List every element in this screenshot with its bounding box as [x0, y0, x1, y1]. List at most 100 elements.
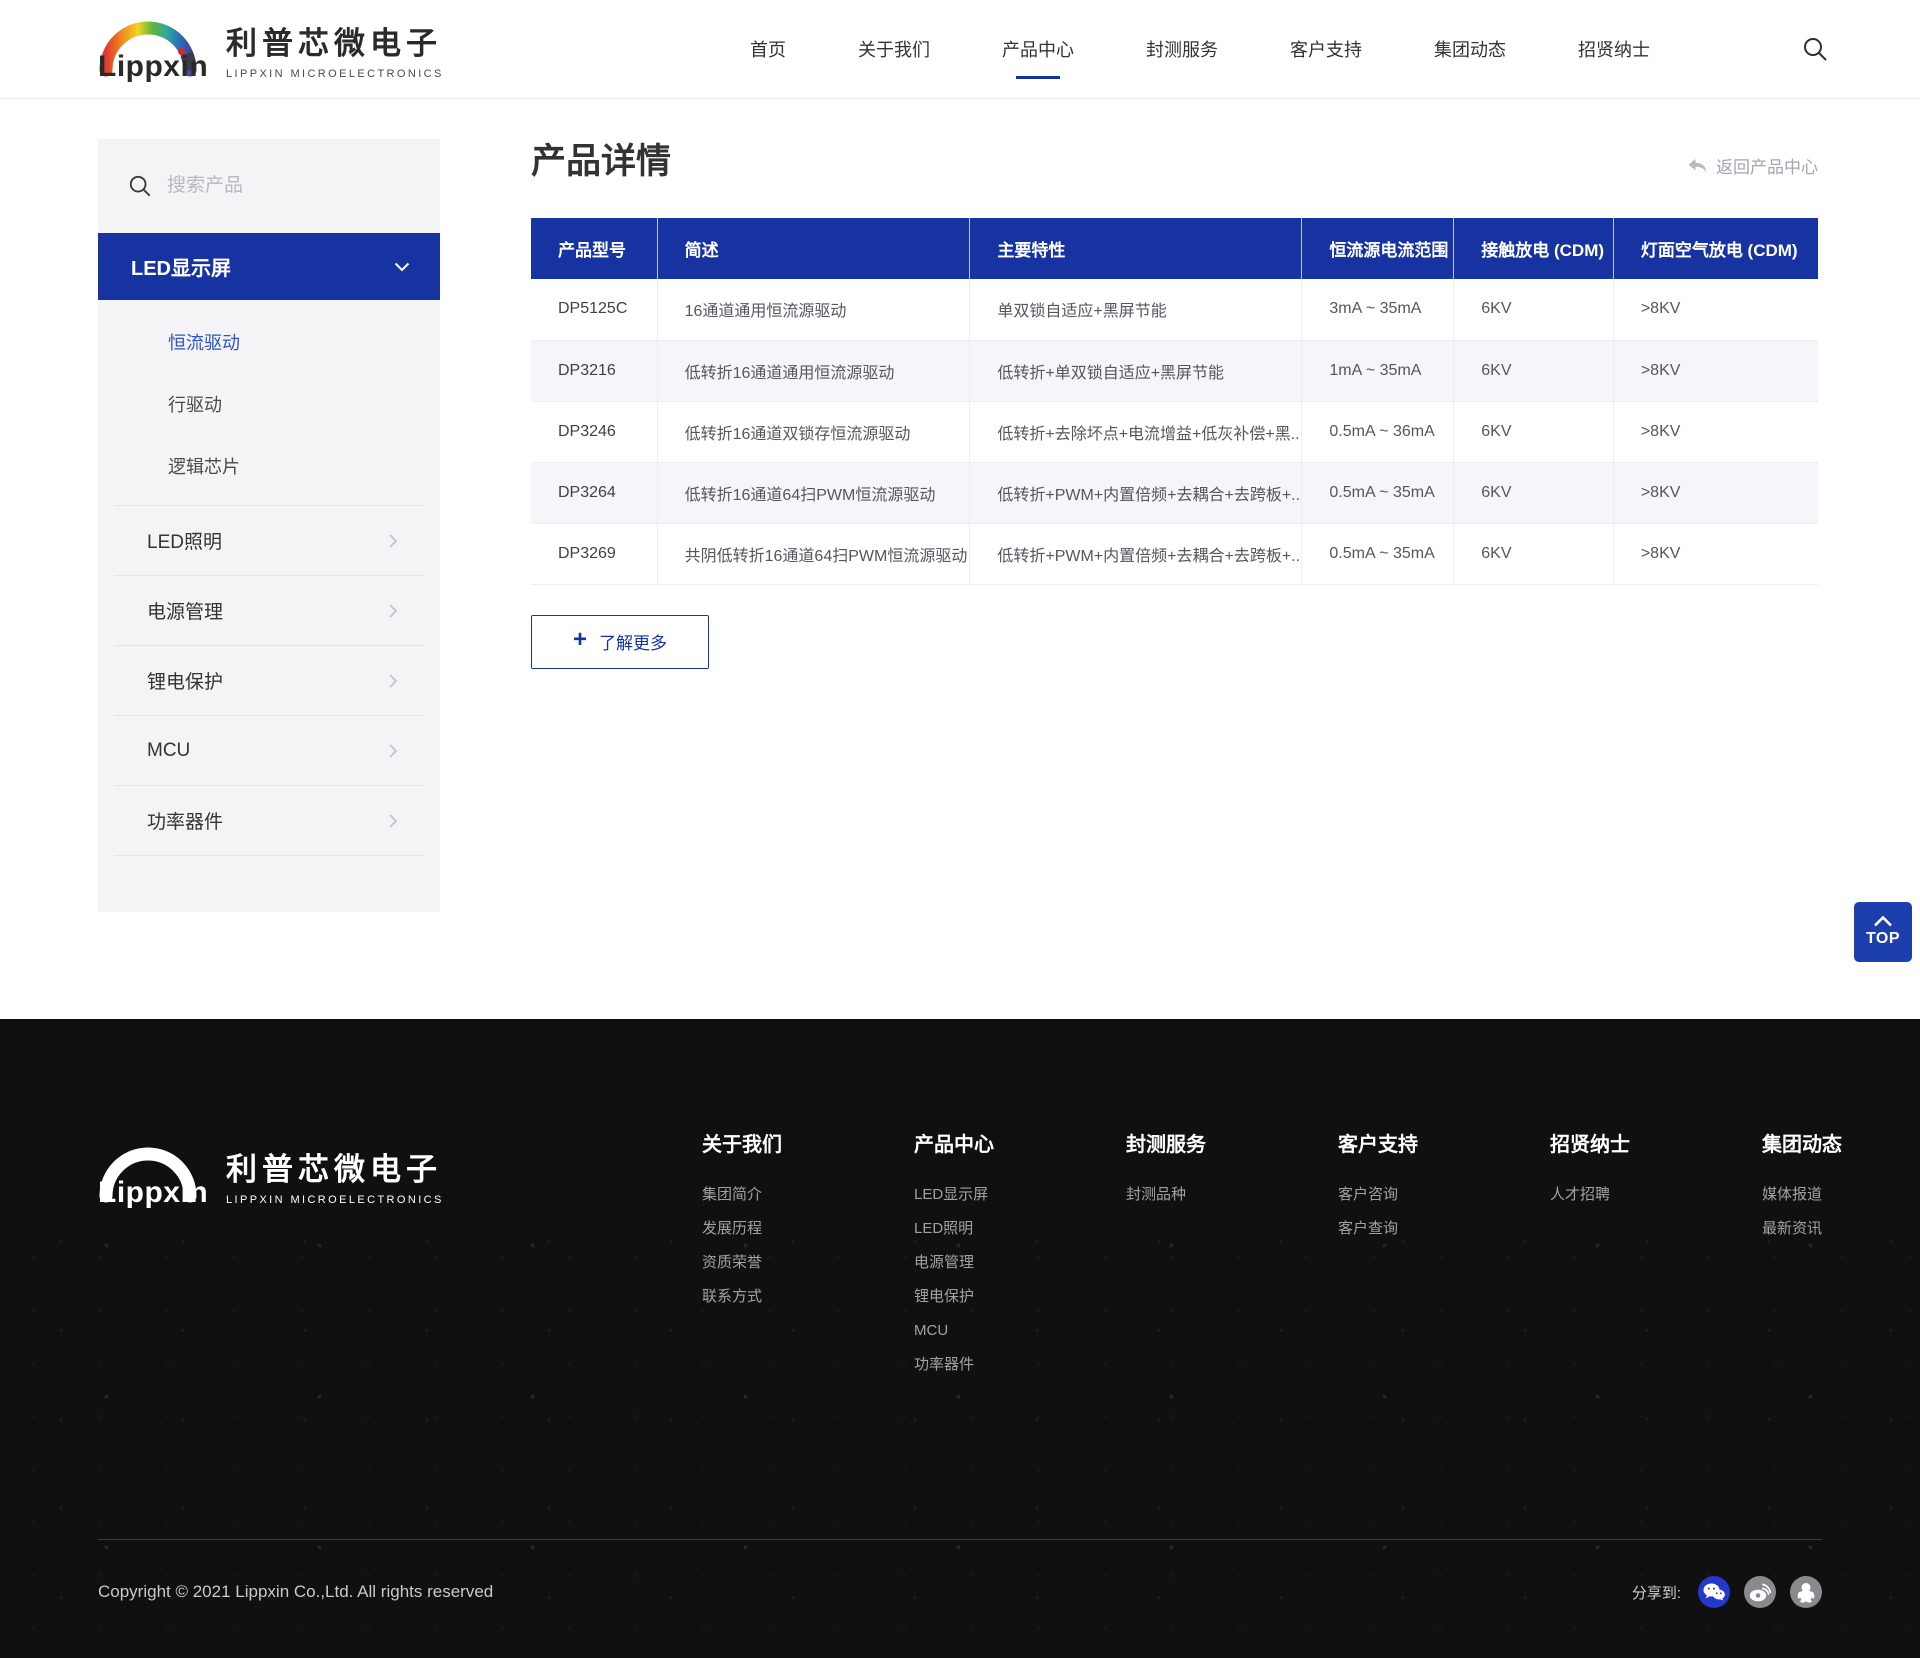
- page-title: 产品详情: [531, 139, 671, 185]
- nav-item[interactable]: 首页: [750, 36, 786, 62]
- footer-link[interactable]: 资质荣誉: [702, 1253, 914, 1273]
- chevron-down-icon: [394, 262, 410, 272]
- footer-link[interactable]: 功率器件: [914, 1355, 1126, 1375]
- search-icon[interactable]: [1802, 36, 1828, 62]
- copyright-text: Copyright © 2021 Lippxin Co.,Ltd. All ri…: [98, 1582, 493, 1602]
- sidebar-subitem[interactable]: 行驱动: [98, 373, 440, 435]
- table-body: DP5125C16通道通用恒流源驱动单双锁自适应+黑屏节能3mA ~ 35mA6…: [531, 279, 1818, 584]
- footer-column: 封测服务封测品种: [1126, 1128, 1338, 1389]
- category-label: MCU: [147, 740, 190, 762]
- logo-accent-dot: [178, 48, 185, 55]
- footer-column-title[interactable]: 关于我们: [702, 1128, 914, 1157]
- share-label: 分享到:: [1632, 1582, 1681, 1603]
- back-to-top-button[interactable]: TOP: [1854, 902, 1912, 962]
- chevron-up-icon: [1873, 916, 1893, 927]
- table-cell: 低转折+去除坏点+电流增益+低灰补偿+黑...: [970, 401, 1302, 462]
- table-cell: DP3246: [531, 401, 657, 462]
- sidebar-subitem[interactable]: 逻辑芯片: [98, 435, 440, 497]
- footer-link[interactable]: LED显示屏: [914, 1185, 1126, 1205]
- table-row[interactable]: DP5125C16通道通用恒流源驱动单双锁自适应+黑屏节能3mA ~ 35mA6…: [531, 279, 1818, 340]
- table-cell: 0.5mA ~ 35mA: [1302, 523, 1454, 584]
- table-cell: 6KV: [1454, 523, 1614, 584]
- table-header-cell: 恒流源电流范围: [1302, 218, 1454, 279]
- table-row[interactable]: DP3269共阴低转折16通道64扫PWM恒流源驱动低转折+PWM+内置倍频+去…: [531, 523, 1818, 584]
- back-to-products-link[interactable]: 返回产品中心: [1687, 153, 1818, 178]
- footer-logo-mark: Lippxin: [98, 1142, 204, 1208]
- search-input[interactable]: [167, 175, 387, 197]
- footer-column-title[interactable]: 客户支持: [1338, 1128, 1550, 1157]
- footer-column-title[interactable]: 产品中心: [914, 1128, 1126, 1157]
- footer-column-title[interactable]: 集团动态: [1762, 1128, 1842, 1157]
- table-row[interactable]: DP3246低转折16通道双锁存恒流源驱动低转折+去除坏点+电流增益+低灰补偿+…: [531, 401, 1818, 462]
- footer-link[interactable]: 最新资讯: [1762, 1219, 1842, 1239]
- nav-item[interactable]: 集团动态: [1434, 36, 1506, 62]
- footer-logo[interactable]: Lippxin 利普芯微电子 LIPPXIN MICROELECTRONICS: [98, 1142, 702, 1208]
- back-link-label: 返回产品中心: [1716, 153, 1818, 178]
- table-header-cell: 简述: [657, 218, 970, 279]
- nav-item[interactable]: 关于我们: [858, 36, 930, 62]
- footer-link[interactable]: 集团简介: [702, 1185, 914, 1205]
- product-search[interactable]: [98, 139, 440, 233]
- table-row[interactable]: DP3216低转折16通道通用恒流源驱动低转折+单双锁自适应+黑屏节能1mA ~…: [531, 340, 1818, 401]
- sidebar-category-led-display[interactable]: LED显示屏: [98, 233, 440, 300]
- footer-column-title[interactable]: 招贤纳士: [1550, 1128, 1762, 1157]
- footer-link[interactable]: 人才招聘: [1550, 1185, 1762, 1205]
- nav-item[interactable]: 产品中心: [1002, 36, 1074, 62]
- table-cell: 共阴低转折16通道64扫PWM恒流源驱动: [657, 523, 970, 584]
- learn-more-button[interactable]: + 了解更多: [531, 615, 709, 669]
- footer-link[interactable]: LED照明: [914, 1219, 1126, 1239]
- footer-link[interactable]: 媒体报道: [1762, 1185, 1842, 1205]
- table-cell: 单双锁自适应+黑屏节能: [970, 279, 1302, 340]
- footer-column: 关于我们集团简介发展历程资质荣誉联系方式: [702, 1128, 914, 1389]
- table-row[interactable]: DP3264低转折16通道64扫PWM恒流源驱动低转折+PWM+内置倍频+去耦合…: [531, 462, 1818, 523]
- header: Lippxin 利普芯微电子 LIPPXIN MICROELECTRONICS …: [0, 0, 1920, 99]
- footer-link[interactable]: 电源管理: [914, 1253, 1126, 1273]
- category-label: 锂电保护: [147, 667, 223, 694]
- nav-item[interactable]: 封测服务: [1146, 36, 1218, 62]
- table-cell: DP5125C: [531, 279, 657, 340]
- footer-link[interactable]: 客户查询: [1338, 1219, 1550, 1239]
- footer-bottom: Copyright © 2021 Lippxin Co.,Ltd. All ri…: [0, 1576, 1920, 1608]
- qq-icon[interactable]: [1790, 1576, 1822, 1608]
- weibo-icon[interactable]: [1744, 1576, 1776, 1608]
- table-cell: 6KV: [1454, 340, 1614, 401]
- logo-text-block: 利普芯微电子 LIPPXIN MICROELECTRONICS: [226, 18, 444, 80]
- table-cell: 6KV: [1454, 279, 1614, 340]
- learn-more-label: 了解更多: [599, 629, 667, 654]
- table-cell: 低转折16通道通用恒流源驱动: [657, 340, 970, 401]
- footer-link[interactable]: MCU: [914, 1321, 1126, 1341]
- footer-link[interactable]: 发展历程: [702, 1219, 914, 1239]
- sidebar-category[interactable]: 功率器件: [114, 786, 424, 856]
- wechat-icon[interactable]: [1698, 1576, 1730, 1608]
- table-cell: 6KV: [1454, 401, 1614, 462]
- sidebar-subitem[interactable]: 恒流驱动: [98, 311, 440, 373]
- footer-link[interactable]: 锂电保护: [914, 1287, 1126, 1307]
- sidebar: LED显示屏 恒流驱动行驱动逻辑芯片 LED照明电源管理锂电保护 MCU 功率器件: [98, 139, 440, 912]
- table-cell: 16通道通用恒流源驱动: [657, 279, 970, 340]
- table-header-cell: 产品型号: [531, 218, 657, 279]
- logo[interactable]: Lippxin 利普芯微电子 LIPPXIN MICROELECTRONICS: [98, 16, 444, 82]
- footer-columns: 关于我们集团简介发展历程资质荣誉联系方式产品中心LED显示屏LED照明电源管理锂…: [702, 1128, 1920, 1389]
- table-cell: >8KV: [1613, 401, 1818, 462]
- nav-item[interactable]: 招贤纳士: [1578, 36, 1650, 62]
- nav-item[interactable]: 客户支持: [1290, 36, 1362, 62]
- footer-link[interactable]: 联系方式: [702, 1287, 914, 1307]
- footer-link[interactable]: 客户咨询: [1338, 1185, 1550, 1205]
- table-header-cell: 接触放电 (CDM): [1454, 218, 1614, 279]
- footer-link[interactable]: 封测品种: [1126, 1185, 1338, 1205]
- table-header-cell: 主要特性: [970, 218, 1302, 279]
- main-nav: 首页 关于我们 产品中心 封测服务 客户支持 集团动态 招贤纳士: [750, 36, 1650, 62]
- sidebar-category-list: LED照明电源管理锂电保护 MCU 功率器件: [114, 506, 424, 856]
- logo-cn-name: 利普芯微电子: [226, 18, 444, 63]
- table-cell: 低转折+PWM+内置倍频+去耦合+去跨板+...: [970, 523, 1302, 584]
- footer-column: 招贤纳士人才招聘: [1550, 1128, 1762, 1389]
- logo-en-name: LIPPXIN MICROELECTRONICS: [226, 68, 444, 80]
- sidebar-category[interactable]: LED照明: [114, 506, 424, 576]
- sidebar-category[interactable]: 电源管理: [114, 576, 424, 646]
- table-cell: >8KV: [1613, 340, 1818, 401]
- sidebar-category[interactable]: 锂电保护: [114, 646, 424, 716]
- sidebar-category[interactable]: MCU: [114, 716, 424, 786]
- table-header-row: 产品型号简述主要特性恒流源电流范围接触放电 (CDM)灯面空气放电 (CDM): [531, 218, 1818, 279]
- footer-column-title[interactable]: 封测服务: [1126, 1128, 1338, 1157]
- chevron-right-icon: [388, 743, 398, 759]
